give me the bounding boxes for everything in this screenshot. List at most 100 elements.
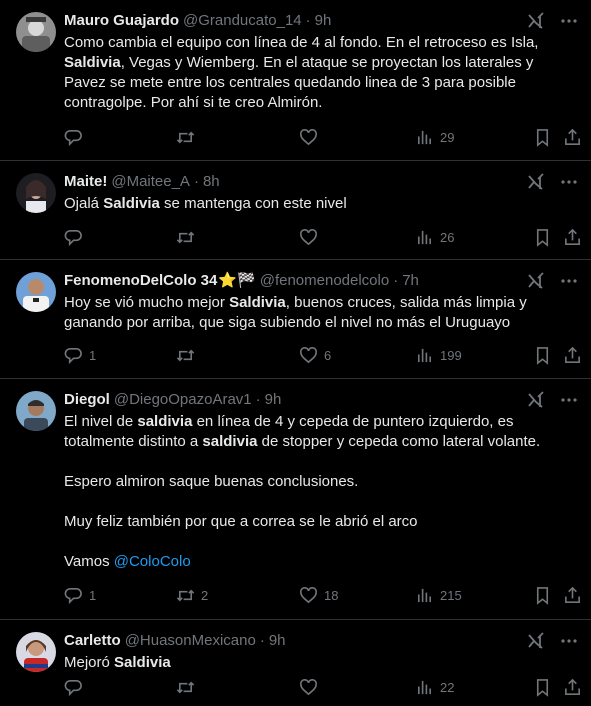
retweet-button[interactable]: 2 — [176, 585, 208, 605]
more-icon[interactable] — [559, 631, 579, 651]
more-icon[interactable] — [559, 390, 579, 410]
like-count: 6 — [324, 347, 332, 363]
like-button[interactable]: 18 — [299, 585, 338, 605]
text-segment: se mantenga con este nivel — [159, 195, 347, 212]
heart-icon — [300, 586, 317, 603]
mention-link[interactable]: @ColoColo — [114, 553, 191, 570]
like-button[interactable] — [299, 227, 324, 247]
reply-icon — [64, 347, 82, 364]
bookmark-icon — [536, 346, 549, 365]
tweet-actions: 1 6 199 — [64, 345, 581, 365]
tweet-header: FenomenoDelColo 34 ⭐🏁 @fenomenodelcolo ·… — [64, 270, 577, 292]
separator-dot: · — [393, 272, 399, 289]
reply-button[interactable] — [64, 677, 89, 697]
more-icon[interactable] — [559, 172, 579, 192]
reply-icon — [64, 229, 82, 246]
reply-count: 1 — [89, 587, 97, 603]
reply-button[interactable] — [64, 127, 89, 147]
reply-button[interactable]: 1 — [64, 345, 96, 365]
retweet-button[interactable] — [176, 227, 201, 247]
views-button[interactable]: 29 — [415, 127, 454, 147]
tweet-header: Maite! @Maitee_A · 8h — [64, 171, 577, 193]
reply-button[interactable]: 1 — [64, 585, 96, 605]
separator-dot: · — [193, 173, 199, 190]
bookmark-button[interactable] — [533, 677, 552, 697]
views-button[interactable]: 199 — [415, 345, 462, 365]
author-handle[interactable]: @HuasonMexicano — [125, 630, 256, 652]
text-segment: Ojalá — [64, 195, 104, 212]
retweet-icon — [176, 131, 195, 143]
bookmark-button[interactable] — [533, 585, 552, 605]
timestamp[interactable]: 9h — [315, 10, 332, 32]
avatar[interactable] — [16, 173, 56, 213]
tweet-diegol[interactable]: Diegol @DiegoOpazoArav1 · 9h El nivel de… — [0, 379, 591, 620]
like-button[interactable] — [299, 127, 324, 147]
text-segment: El nivel de — [64, 413, 138, 430]
timestamp[interactable]: 7h — [402, 270, 419, 292]
like-button[interactable] — [299, 677, 324, 697]
author-name[interactable]: FenomenoDelColo 34 — [64, 270, 217, 292]
bookmark-icon — [536, 128, 549, 147]
grok-icon[interactable] — [527, 272, 545, 290]
highlighted-keyword: saldivia — [202, 433, 258, 450]
highlighted-keyword: saldivia — [137, 413, 193, 430]
views-icon — [417, 230, 432, 244]
views-button[interactable]: 22 — [415, 677, 454, 697]
retweet-button[interactable] — [176, 677, 201, 697]
share-button[interactable] — [563, 585, 582, 605]
more-icon[interactable] — [559, 11, 579, 31]
tweet-maite[interactable]: Maite! @Maitee_A · 8h Ojalá Saldivia se … — [0, 161, 591, 260]
timestamp[interactable]: 9h — [265, 389, 282, 411]
timestamp[interactable]: 8h — [203, 171, 220, 193]
grok-icon[interactable] — [527, 173, 545, 191]
bookmark-button[interactable] — [533, 127, 552, 147]
share-button[interactable] — [563, 227, 582, 247]
tweet-header: Carletto @HuasonMexicano · 9h — [64, 630, 577, 652]
grok-icon[interactable] — [527, 391, 545, 409]
like-count: 18 — [324, 587, 339, 603]
author-name[interactable]: Carletto — [64, 630, 121, 652]
reply-feed: Mauro Guajardo @Granducato_14 · 9h Como … — [0, 0, 591, 706]
tweet-text: Ojalá Saldivia se mantenga con este nive… — [64, 194, 577, 214]
bookmark-button[interactable] — [533, 227, 552, 247]
author-handle[interactable]: @Maitee_A — [111, 171, 190, 193]
views-icon — [417, 588, 432, 602]
bookmark-icon — [536, 586, 549, 605]
bookmark-button[interactable] — [533, 345, 552, 365]
share-button[interactable] — [563, 127, 582, 147]
tweet-actions: 29 — [64, 127, 581, 147]
share-button[interactable] — [563, 677, 582, 697]
share-button[interactable] — [563, 345, 582, 365]
grok-icon[interactable] — [527, 12, 545, 30]
timestamp[interactable]: 9h — [269, 630, 286, 652]
like-button[interactable]: 6 — [299, 345, 331, 365]
avatar[interactable] — [16, 12, 56, 52]
retweet-icon — [176, 681, 195, 693]
author-name[interactable]: Maite! — [64, 171, 107, 193]
more-icon[interactable] — [559, 271, 579, 291]
avatar[interactable] — [16, 272, 56, 312]
author-name[interactable]: Mauro Guajardo — [64, 10, 179, 32]
text-segment: Hoy se vió mucho mejor — [64, 294, 230, 311]
views-count: 215 — [440, 587, 462, 603]
share-icon — [565, 678, 580, 695]
reply-button[interactable] — [64, 227, 89, 247]
views-button[interactable]: 26 — [415, 227, 454, 247]
author-name[interactable]: Diegol — [64, 389, 110, 411]
views-count: 199 — [440, 347, 462, 363]
tweet-carletto[interactable]: Carletto @HuasonMexicano · 9h Mejoró Sal… — [0, 620, 591, 706]
author-handle[interactable]: @Granducato_14 — [183, 10, 302, 32]
bookmark-icon — [536, 678, 549, 697]
retweet-button[interactable] — [176, 345, 201, 365]
tweet-fenomeno[interactable]: FenomenoDelColo 34 ⭐🏁 @fenomenodelcolo ·… — [0, 260, 591, 379]
avatar[interactable] — [16, 391, 56, 431]
views-button[interactable]: 215 — [415, 585, 462, 605]
retweet-button[interactable] — [176, 127, 201, 147]
avatar[interactable] — [16, 632, 56, 672]
author-handle[interactable]: @DiegoOpazoArav1 — [114, 389, 252, 411]
reply-count: 1 — [89, 347, 97, 363]
author-handle[interactable]: @fenomenodelcolo — [260, 270, 389, 292]
tweet-mauro[interactable]: Mauro Guajardo @Granducato_14 · 9h Como … — [0, 0, 591, 161]
text-segment: Como cambia el equipo con línea de 4 al … — [64, 34, 543, 51]
grok-icon[interactable] — [527, 632, 545, 650]
